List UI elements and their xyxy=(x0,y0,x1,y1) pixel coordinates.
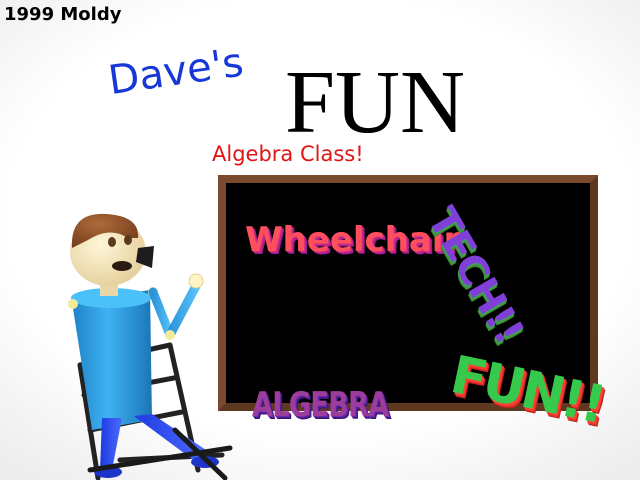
left-shoulder xyxy=(68,299,78,309)
head xyxy=(70,213,154,286)
teacher-in-wheelchair xyxy=(68,213,233,480)
torso xyxy=(71,288,152,430)
right-arm xyxy=(148,273,204,340)
